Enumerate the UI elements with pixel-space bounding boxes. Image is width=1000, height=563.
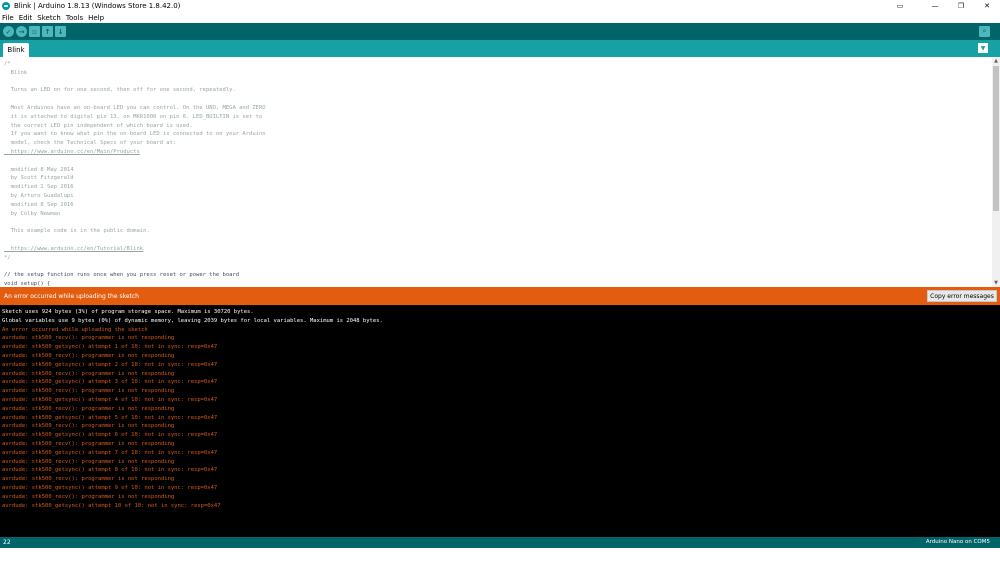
code-line: it is attached to digital pin 13, on MKR…	[4, 113, 263, 120]
code-editor[interactable]: /* Blink Turns an LED on for one second,…	[0, 57, 1000, 287]
code-line: void setup() {	[4, 280, 51, 287]
new-file-icon: ▫	[32, 27, 37, 36]
minimize-button[interactable]: —	[922, 0, 948, 12]
console-line: avrdude: stk500_getsync() attempt 4 of 1…	[2, 396, 218, 403]
menu-bar: File Edit Sketch Tools Help	[0, 12, 1000, 23]
code-line: https://www.arduino.cc/en/Tutorial/Blink	[4, 245, 144, 252]
menu-help[interactable]: Help	[88, 14, 104, 22]
console-line: Global variables use 9 bytes (0%) of dyn…	[2, 317, 383, 324]
code-line: */	[4, 254, 11, 261]
tab-bar: Blink ▼	[0, 40, 1000, 57]
console-line: avrdude: stk500_recv(): programmer is no…	[2, 405, 175, 412]
code-line: by Colby Newman	[4, 210, 61, 217]
error-message: An error occurred while uploading the sk…	[4, 292, 139, 300]
console-line: avrdude: stk500_recv(): programmer is no…	[2, 388, 175, 395]
code-line: // the setup function runs once when you…	[4, 272, 240, 279]
open-button[interactable]: ↑	[42, 26, 53, 37]
new-button[interactable]: ▫	[29, 26, 40, 37]
console-lines: Sketch uses 924 bytes (3%) of program st…	[2, 308, 383, 510]
board-port-label: Arduino Nano on COM5	[925, 539, 990, 545]
code-line: the correct LED pin independent of which…	[4, 122, 193, 129]
window-controls: ▭ — ❐ ✕	[890, 0, 1000, 12]
menu-edit[interactable]: Edit	[19, 14, 33, 22]
menu-sketch[interactable]: Sketch	[37, 14, 61, 22]
code-line: by Arturo Guadalupi	[4, 192, 74, 199]
window-title: Blink | Arduino 1.8.13 (Windows Store 1.…	[14, 2, 181, 10]
editor-scrollbar[interactable]: ▲ ▼	[992, 57, 1000, 287]
scroll-up-icon[interactable]: ▲	[992, 57, 1000, 65]
tab-blink[interactable]: Blink	[3, 43, 29, 57]
toolbar: ✓ → ▫ ↑ ↓ ⌕	[0, 23, 1000, 40]
serial-monitor-magnifier-icon: ⌕	[982, 27, 987, 35]
save-button[interactable]: ↓	[55, 26, 66, 37]
code-line: This example code is in the public domai…	[4, 228, 150, 235]
console-line: avrdude: stk500_recv(): programmer is no…	[2, 440, 175, 447]
arrow-right-icon: →	[18, 27, 25, 36]
check-icon: ✓	[5, 27, 12, 36]
menu-tools[interactable]: Tools	[66, 14, 83, 22]
save-arrow-down-icon: ↓	[57, 27, 64, 36]
code-lines[interactable]: /* Blink Turns an LED on for one second,…	[4, 60, 988, 287]
console-line: avrdude: stk500_getsync() attempt 6 of 1…	[2, 432, 218, 439]
window-bottom-border	[0, 548, 1000, 563]
line-number: 22	[3, 539, 11, 546]
upload-button[interactable]: →	[16, 26, 27, 37]
tab-menu-button[interactable]: ▼	[978, 43, 988, 53]
status-bar: 22 Arduino Nano on COM5	[0, 537, 1000, 548]
console-line: avrdude: stk500_getsync() attempt 3 of 1…	[2, 379, 218, 386]
console-line: An error occurred while uploading the sk…	[2, 326, 148, 333]
console-line: avrdude: stk500_recv(): programmer is no…	[2, 458, 175, 465]
menu-file[interactable]: File	[2, 14, 14, 22]
console-line: avrdude: stk500_recv(): programmer is no…	[2, 423, 175, 430]
console-line: avrdude: stk500_recv(): programmer is no…	[2, 352, 175, 359]
console-line: Sketch uses 924 bytes (3%) of program st…	[2, 309, 254, 315]
console-line: avrdude: stk500_getsync() attempt 7 of 1…	[2, 449, 218, 456]
scroll-thumb[interactable]	[993, 66, 999, 211]
code-line: If you want to know what pin the on-boar…	[4, 131, 266, 138]
window-titlebar: Blink | Arduino 1.8.13 (Windows Store 1.…	[0, 0, 1000, 12]
compact-overlay-icon[interactable]: ▭	[890, 0, 910, 12]
scroll-down-icon[interactable]: ▼	[992, 279, 1000, 287]
chevron-down-icon: ▼	[980, 44, 986, 52]
code-line: /*	[4, 61, 11, 67]
open-arrow-up-icon: ↑	[44, 27, 51, 36]
console-line: avrdude: stk500_getsync() attempt 1 of 1…	[2, 344, 218, 351]
console-line: avrdude: stk500_getsync() attempt 2 of 1…	[2, 361, 218, 368]
code-line: modified 2 Sep 2016	[4, 184, 74, 191]
copy-error-messages-button[interactable]: Copy error messages	[927, 290, 997, 302]
verify-button[interactable]: ✓	[3, 26, 14, 37]
code-line: Turns an LED on for one second, then off…	[4, 87, 236, 94]
console-line: avrdude: stk500_recv(): programmer is no…	[2, 370, 175, 377]
maximize-button[interactable]: ❐	[948, 0, 974, 12]
error-bar: An error occurred while uploading the sk…	[0, 287, 1000, 305]
code-line: Most Arduinos have an on-board LED you c…	[4, 104, 266, 111]
arduino-infinity-icon	[2, 2, 10, 10]
console-line: avrdude: stk500_getsync() attempt 8 of 1…	[2, 467, 218, 474]
code-line: by Scott Fitzgerald	[4, 175, 74, 182]
code-line: https://www.arduino.cc/en/Main/Products	[4, 148, 140, 155]
close-button[interactable]: ✕	[974, 0, 1000, 12]
serial-monitor-button[interactable]: ⌕	[979, 26, 990, 37]
console-line: avrdude: stk500_recv(): programmer is no…	[2, 335, 175, 342]
code-line: Blink	[4, 69, 28, 76]
code-line: modified 8 May 2014	[4, 166, 74, 173]
console-line: avrdude: stk500_recv(): programmer is no…	[2, 476, 175, 483]
console-line: avrdude: stk500_recv(): programmer is no…	[2, 493, 175, 500]
console-line: avrdude: stk500_getsync() attempt 5 of 1…	[2, 414, 218, 421]
console-line: avrdude: stk500_getsync() attempt 9 of 1…	[2, 484, 218, 491]
code-line: modified 8 Sep 2016	[4, 201, 74, 208]
code-line: model, check the Technical Specs of your…	[4, 140, 177, 147]
console-line: avrdude: stk500_getsync() attempt 10 of …	[2, 502, 221, 509]
output-console[interactable]: Sketch uses 924 bytes (3%) of program st…	[0, 305, 1000, 537]
